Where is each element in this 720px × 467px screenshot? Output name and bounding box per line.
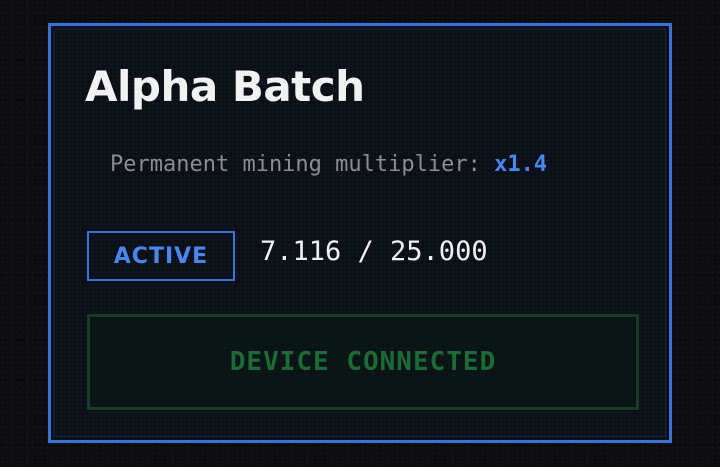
- card-title: Alpha Batch: [85, 62, 365, 111]
- progress-count: 7.116 / 25.000: [260, 236, 488, 267]
- device-connected-button[interactable]: DEVICE CONNECTED: [87, 314, 639, 410]
- batch-card: Alpha Batch Permanent mining multiplier:…: [48, 23, 672, 443]
- status-badge: ACTIVE: [87, 231, 235, 281]
- multiplier-row: Permanent mining multiplier: x1.4: [110, 154, 547, 176]
- multiplier-value: x1.4: [494, 152, 548, 177]
- multiplier-label: Permanent mining multiplier:: [110, 152, 495, 177]
